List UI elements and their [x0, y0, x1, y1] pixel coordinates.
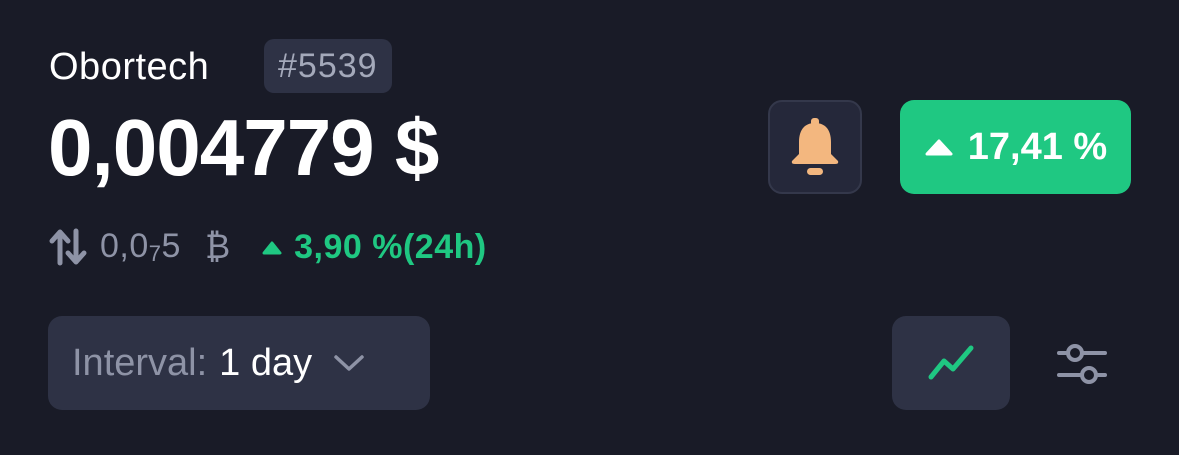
- interval-value: 1 day: [219, 341, 313, 384]
- chart-type-button[interactable]: [892, 316, 1010, 410]
- sliders-icon: [1057, 344, 1107, 384]
- caret-up-icon: [262, 241, 282, 255]
- interval-label: Interval:: [72, 341, 208, 384]
- bell-icon: [791, 118, 839, 175]
- price-usd: 0,004779 $: [48, 103, 439, 192]
- rank-badge: #5539: [264, 39, 392, 93]
- btc-change-24h: 3,90 %(24h): [294, 227, 487, 266]
- btc-price: 0,075: [100, 227, 181, 266]
- bitcoin-symbol: ₿: [204, 227, 231, 266]
- change-percent-pill[interactable]: 17,41 %: [900, 100, 1131, 194]
- change-percent-value: 17,41 %: [967, 125, 1108, 168]
- line-chart-icon: [928, 345, 974, 380]
- caret-up-icon: [925, 139, 953, 156]
- chart-settings-button[interactable]: [1052, 336, 1112, 392]
- swap-arrows-icon: [49, 228, 87, 266]
- price-alert-button[interactable]: [768, 100, 862, 194]
- chevron-down-icon: [334, 355, 364, 371]
- interval-dropdown[interactable]: Interval: 1 day: [48, 316, 430, 410]
- coin-name: Obortech: [49, 46, 210, 88]
- btc-price-row: 0,075 ₿ 3,90 %(24h): [48, 222, 487, 272]
